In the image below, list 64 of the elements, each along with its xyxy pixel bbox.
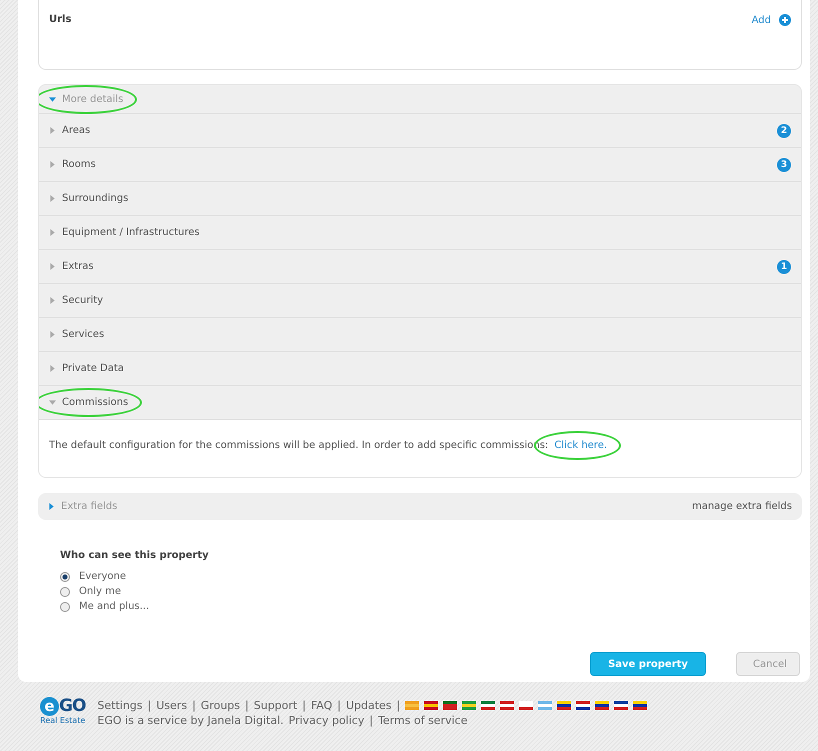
logo-name: GO: [59, 696, 86, 716]
separator: |: [337, 699, 341, 712]
manage-extra-fields-link[interactable]: manage extra fields: [692, 501, 792, 512]
radio-label: Only me: [79, 586, 121, 597]
count-badge: 3: [777, 158, 791, 172]
footer-link[interactable]: Privacy policy: [288, 714, 364, 727]
logo-mark: e: [40, 696, 59, 716]
caret-right-icon: [49, 127, 56, 134]
flag-icon[interactable]: [443, 701, 458, 710]
footer-link[interactable]: Groups: [200, 699, 240, 712]
radio-label: Everyone: [79, 571, 126, 582]
radio-button[interactable]: [60, 602, 70, 612]
section-toggle[interactable]: Surroundings: [49, 193, 128, 204]
section-toggle[interactable]: Commissions: [49, 397, 128, 408]
flag-icon[interactable]: [557, 701, 572, 710]
caret-right-icon: [49, 161, 56, 168]
click-here-link[interactable]: Click here.: [554, 440, 608, 451]
service-text: EGO is a service by Janela Digital.: [97, 714, 284, 727]
caret-down-icon: [49, 96, 56, 102]
footer-link[interactable]: Settings: [97, 699, 143, 712]
visibility-title: Who can see this property: [60, 550, 210, 561]
section-toggle[interactable]: Services: [49, 329, 104, 340]
section-toggle[interactable]: Areas: [49, 125, 90, 136]
radio-label: Me and plus...: [79, 601, 150, 612]
footer-link[interactable]: FAQ: [310, 699, 332, 712]
count-badge: 1: [777, 260, 791, 274]
flag-icon[interactable]: [614, 701, 628, 710]
caret-right-icon: [49, 297, 56, 304]
caret-down-icon: [49, 399, 56, 406]
flag-icon[interactable]: [500, 701, 514, 710]
caret-right-icon: [49, 331, 56, 338]
section-toggle[interactable]: Equipment / Infrastructures: [49, 227, 200, 238]
count-badge: 2: [777, 124, 791, 138]
caret-right-icon: [49, 195, 56, 202]
separator: |: [192, 699, 196, 712]
caret-right-icon: [49, 365, 56, 372]
flag-icon[interactable]: [424, 701, 438, 710]
flag-icon[interactable]: [481, 701, 496, 710]
flag-icon[interactable]: [595, 701, 610, 710]
radio-button[interactable]: [60, 586, 70, 596]
section-toggle[interactable]: Extras: [49, 261, 94, 272]
separator: |: [245, 699, 249, 712]
add-link[interactable]: Add: [752, 14, 791, 26]
separator: |: [302, 699, 306, 712]
footer-link[interactable]: Users: [156, 699, 188, 712]
separator: |: [396, 699, 400, 712]
separator: |: [148, 699, 152, 712]
section-title: Urls: [49, 14, 72, 25]
radio-button[interactable]: [60, 572, 70, 582]
section-toggle[interactable]: Security: [49, 295, 104, 306]
flag-icon[interactable]: [576, 701, 590, 710]
footer-link[interactable]: Terms of service: [378, 714, 468, 727]
footer-link[interactable]: Support: [254, 699, 298, 712]
plus-icon: [779, 14, 791, 26]
caret-right-icon: [49, 263, 56, 270]
flag-icon[interactable]: [519, 701, 534, 710]
caret-right-icon: [49, 229, 56, 236]
logo-tagline: Real Estate: [40, 716, 86, 725]
section-toggle[interactable]: Private Data: [49, 363, 124, 374]
footer-link[interactable]: Updates: [346, 699, 392, 712]
flag-icon[interactable]: [633, 701, 648, 710]
separator: |: [369, 714, 374, 727]
section-toggle[interactable]: Rooms: [49, 159, 96, 170]
caret-right-icon: [48, 503, 55, 510]
